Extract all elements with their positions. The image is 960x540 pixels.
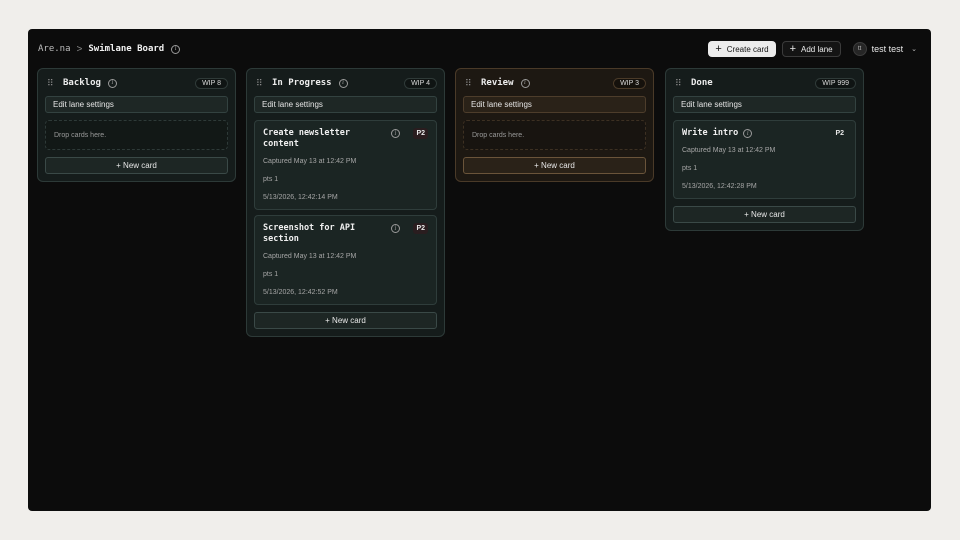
lane-title: Done <box>691 78 713 88</box>
priority-badge: P2 <box>835 130 844 137</box>
edit-lane-settings-button[interactable]: Edit lane settings <box>463 96 646 113</box>
card-points: pts 1 <box>263 271 279 278</box>
info-icon[interactable]: i <box>338 78 348 88</box>
wip-badge: WIP 3 <box>613 77 646 89</box>
drag-handle-icon[interactable]: ⠿ <box>47 78 57 89</box>
drop-zone[interactable]: Drop cards here. <box>463 120 646 150</box>
page-title: Swimlane Board <box>88 44 165 54</box>
top-actions: + Create card + Add lane tt test test ⌄ <box>708 41 917 57</box>
card-header: Create newsletter content i P2 <box>263 128 428 150</box>
card-title: Write intro <box>682 128 739 138</box>
info-icon[interactable]: i <box>743 129 753 138</box>
user-name: test test <box>871 44 904 54</box>
lane-title: Review <box>481 78 514 88</box>
lane-title: In Progress <box>272 78 332 88</box>
new-card-button[interactable]: + New card <box>463 157 646 174</box>
card-timestamp: 5/13/2026, 12:42:28 PM <box>682 183 757 190</box>
card-captured: Captured May 13 at 12:42 PM <box>682 147 776 154</box>
card-title: Screenshot for API section <box>263 223 356 244</box>
info-icon[interactable]: i <box>520 78 530 88</box>
drag-handle-icon[interactable]: ⠿ <box>465 78 475 89</box>
card-timestamp: 5/13/2026, 12:42:14 PM <box>263 194 338 201</box>
priority-badge: P2 <box>413 128 428 139</box>
add-lane-button[interactable]: + Add lane <box>781 41 841 57</box>
new-card-button[interactable]: + New card <box>254 312 437 329</box>
breadcrumb-separator: > <box>76 43 83 55</box>
card[interactable]: Create newsletter content i P2 Captured … <box>254 120 437 210</box>
card-header: Screenshot for API section i P2 <box>263 223 428 245</box>
lane-backlog: ⠿ Backlog i WIP 8 Edit lane settings Dro… <box>37 68 236 182</box>
edit-lane-settings-button[interactable]: Edit lane settings <box>254 96 437 113</box>
priority-badge: P2 <box>413 223 428 234</box>
wip-badge: WIP 999 <box>815 77 856 89</box>
new-card-button[interactable]: + New card <box>673 206 856 223</box>
wip-badge: WIP 4 <box>404 77 437 89</box>
app-window: Are.na > Swimlane Board i + Create card … <box>28 29 931 511</box>
add-lane-label: Add lane <box>801 44 833 54</box>
card-points: pts 1 <box>263 176 279 183</box>
edit-lane-settings-button[interactable]: Edit lane settings <box>45 96 228 113</box>
card-points: pts 1 <box>682 165 698 172</box>
plus-icon: + <box>715 42 722 55</box>
user-menu[interactable]: tt test test ⌄ <box>852 42 917 56</box>
lane-done: ⠿ Done WIP 999 Edit lane settings Write … <box>665 68 864 231</box>
edit-lane-settings-button[interactable]: Edit lane settings <box>673 96 856 113</box>
info-icon[interactable]: i <box>391 224 400 233</box>
plus-icon: + <box>789 42 797 55</box>
lane-title: Backlog <box>63 78 101 88</box>
create-card-button[interactable]: + Create card <box>708 41 776 57</box>
card-captured: Captured May 13 at 12:42 PM <box>263 253 357 260</box>
info-icon[interactable]: i <box>171 44 181 54</box>
lane-header: ⠿ In Progress i WIP 4 <box>254 75 437 91</box>
drag-handle-icon[interactable]: ⠿ <box>256 78 266 89</box>
wip-badge: WIP 8 <box>195 77 228 89</box>
new-card-button[interactable]: + New card <box>45 157 228 174</box>
create-card-label: Create card <box>726 44 769 54</box>
card[interactable]: Screenshot for API section i P2 Captured… <box>254 215 437 305</box>
lane-header: ⠿ Done WIP 999 <box>673 75 856 91</box>
info-icon[interactable]: i <box>107 78 117 88</box>
lane-header: ⠿ Backlog i WIP 8 <box>45 75 228 91</box>
card-captured: Captured May 13 at 12:42 PM <box>263 158 357 165</box>
info-icon[interactable]: i <box>391 129 400 138</box>
chevron-down-icon: ⌄ <box>911 46 917 53</box>
lane-header: ⠿ Review i WIP 3 <box>463 75 646 91</box>
breadcrumb: Are.na > Swimlane Board i <box>38 43 181 55</box>
breadcrumb-root-link[interactable]: Are.na <box>38 44 71 54</box>
card-title: Create newsletter content <box>263 128 350 149</box>
avatar: tt <box>852 42 867 56</box>
top-bar: Are.na > Swimlane Board i + Create card … <box>38 40 917 58</box>
drop-zone[interactable]: Drop cards here. <box>45 120 228 150</box>
lane-review: ⠿ Review i WIP 3 Edit lane settings Drop… <box>455 68 654 182</box>
drag-handle-icon[interactable]: ⠿ <box>675 78 685 89</box>
lane-in-progress: ⠿ In Progress i WIP 4 Edit lane settings… <box>246 68 445 337</box>
card-timestamp: 5/13/2026, 12:42:52 PM <box>263 289 338 296</box>
card[interactable]: Write intro i P2 Captured May 13 at 12:4… <box>673 120 856 199</box>
card-header: Write intro i P2 <box>682 128 847 139</box>
